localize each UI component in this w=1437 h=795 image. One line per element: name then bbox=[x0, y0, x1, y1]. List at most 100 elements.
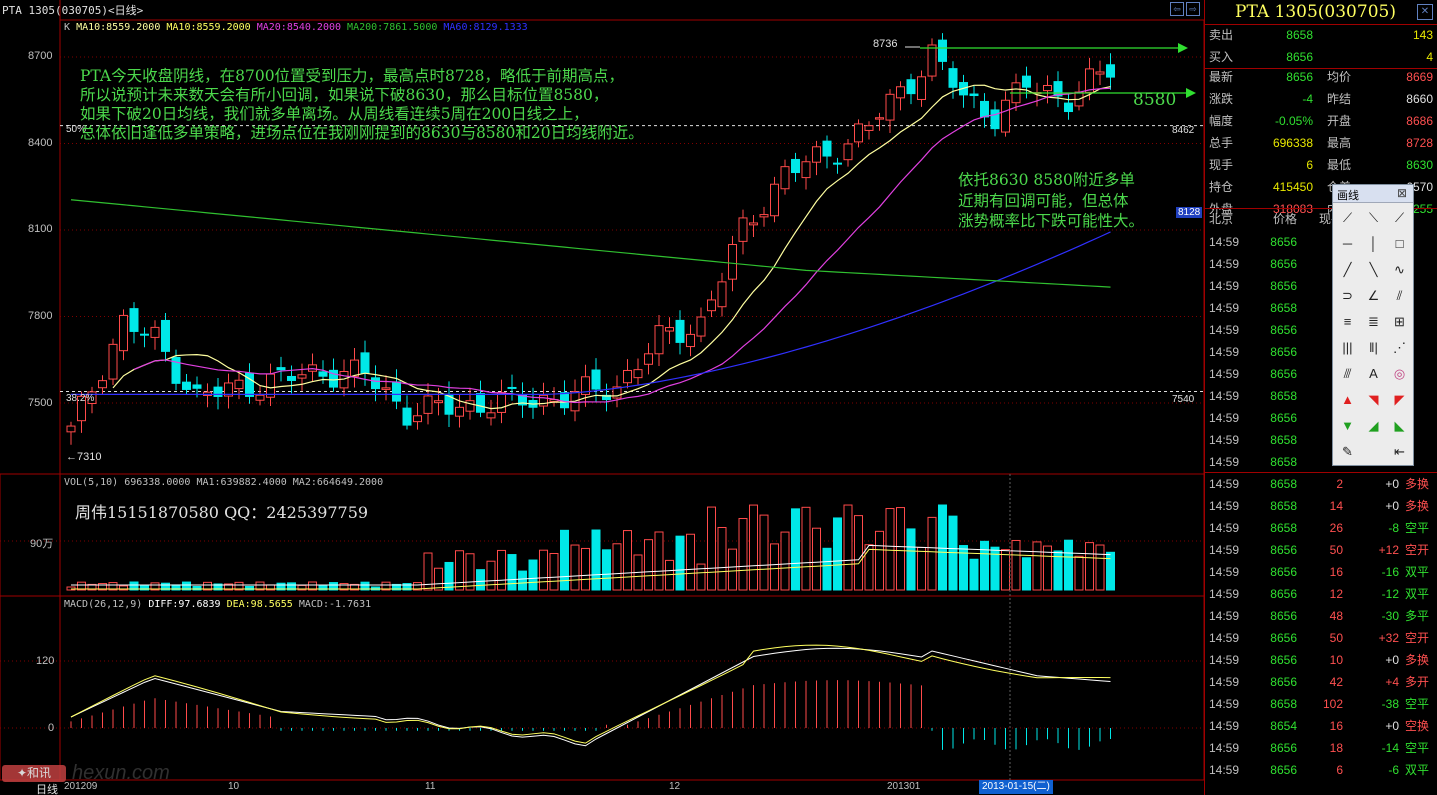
circle-tool-icon[interactable]: ◎ bbox=[1387, 361, 1412, 386]
delete-tool-icon[interactable]: ⇤ bbox=[1387, 439, 1412, 464]
draw-panel-header[interactable]: 画线 ⊠ bbox=[1333, 185, 1413, 203]
next-window-icon[interactable]: ⇨ bbox=[1186, 2, 1200, 16]
close-icon[interactable]: ✕ bbox=[1417, 4, 1433, 20]
line-tool-icon[interactable]: ⟋ bbox=[1335, 205, 1360, 230]
stat-row-label: 总手 bbox=[1209, 136, 1234, 150]
arc-tool-icon[interactable]: ⊃ bbox=[1335, 283, 1360, 308]
ma200-value: MA200:7861.5000 bbox=[347, 22, 438, 33]
upright-arrow-tool-icon[interactable]: ◥ bbox=[1361, 387, 1386, 412]
fib-tool-icon[interactable]: ⊞ bbox=[1387, 309, 1412, 334]
volume-bar bbox=[486, 560, 496, 591]
hline-tool-icon[interactable]: ─ bbox=[1335, 231, 1360, 256]
candle bbox=[854, 123, 863, 143]
tick-price: 8656 bbox=[1270, 609, 1297, 623]
macd-axis-120: 120 bbox=[36, 655, 55, 667]
diff-line bbox=[70, 647, 1111, 747]
candle bbox=[801, 161, 811, 179]
stat-row-value: -4 bbox=[1302, 92, 1313, 106]
stat-row-value: 8656 bbox=[1286, 70, 1313, 84]
vline-tool-icon[interactable]: │ bbox=[1361, 231, 1386, 256]
rect-tool-icon[interactable]: □ bbox=[1387, 231, 1412, 256]
down-arrow-tool-icon[interactable]: ▼ bbox=[1335, 413, 1360, 438]
parallel-tool-icon[interactable]: ≣ bbox=[1361, 309, 1386, 334]
price-axis-8100: 8100 bbox=[28, 223, 53, 235]
cycle-tool-icon[interactable]: ⋰ bbox=[1387, 335, 1412, 360]
support-arrow bbox=[1186, 88, 1196, 98]
candle bbox=[140, 333, 149, 336]
draw-tools-panel[interactable]: 画线 ⊠ ⟋ ⟍ ⟋ ─ │ □ ╱ ╲ ∿ ⊃ ∠ ⫽ ≡ ≣ ⊞ ||| ‖| ⋰ ⫻ A ◎ ▲ ◥ ◤ ▼ ◢ ◣ ✎ ⇤ bbox=[1332, 184, 1414, 466]
candle bbox=[287, 375, 296, 381]
diff-value: DIFF:97.6839 bbox=[148, 599, 221, 610]
right-8462-label: 8462 bbox=[1172, 125, 1195, 136]
candle bbox=[392, 381, 401, 402]
tick-change: -12 bbox=[1381, 587, 1399, 601]
volume-bar bbox=[444, 561, 454, 591]
tick-price: 8658 bbox=[1270, 697, 1297, 711]
order-row: 买入 8656 4 bbox=[1205, 46, 1435, 68]
volume-bar bbox=[1085, 542, 1094, 591]
tick-change: +12 bbox=[1378, 543, 1399, 557]
volume-bar bbox=[371, 586, 380, 591]
upleft-arrow-tool-icon[interactable]: ◤ bbox=[1387, 387, 1412, 412]
tick-time: 14:59 bbox=[1209, 565, 1240, 579]
tick-price: 8656 bbox=[1270, 323, 1297, 337]
tick-row: 14:59 8656 10 +0 多换 bbox=[1205, 649, 1435, 671]
prev-window-icon[interactable]: ⇦ bbox=[1170, 2, 1184, 16]
trendline-tool-icon[interactable]: ╱ bbox=[1335, 257, 1360, 282]
text-tool-icon[interactable]: A bbox=[1361, 361, 1386, 386]
candle bbox=[150, 326, 160, 338]
tick-kind: 多平 bbox=[1404, 609, 1429, 623]
up-arrow-tool-icon[interactable]: ▲ bbox=[1335, 387, 1360, 412]
stat-row-label: 涨跌 bbox=[1209, 92, 1234, 106]
tick-time: 14:59 bbox=[1209, 609, 1240, 623]
candle bbox=[497, 392, 506, 413]
date-tick-201301: 201301 bbox=[887, 781, 921, 792]
macd-value: MACD:-1.7631 bbox=[298, 599, 372, 610]
eraser-tool-icon[interactable]: ✎ bbox=[1335, 439, 1360, 464]
tick-time: 14:59 bbox=[1209, 433, 1240, 447]
speed-tool-icon[interactable]: ⫻ bbox=[1335, 361, 1360, 386]
volume-bar bbox=[717, 527, 727, 591]
wave-tool-icon[interactable]: ∿ bbox=[1387, 257, 1412, 282]
downright-arrow-tool-icon[interactable]: ◢ bbox=[1361, 413, 1386, 438]
tick-change: -8 bbox=[1388, 521, 1399, 535]
stat-row: 总手 696338 最高 8728 bbox=[1205, 132, 1435, 154]
chart-area[interactable]: PTA 1305(030705)<日线> ⇦ ⇨ K MA10:8559.200… bbox=[0, 0, 1205, 795]
fan-tool-icon[interactable]: ⫽ bbox=[1387, 283, 1412, 308]
candle bbox=[119, 314, 128, 352]
order-row-value2: 4 bbox=[1426, 50, 1433, 64]
date-tick-12: 12 bbox=[669, 781, 681, 792]
title-nav-buttons[interactable]: ⇦ ⇨ bbox=[1170, 2, 1202, 16]
ray-tool-icon[interactable]: ⟍ bbox=[1361, 205, 1386, 230]
volume-bar bbox=[612, 543, 622, 591]
volume-bar bbox=[969, 558, 979, 591]
tick-row: 14:59 8658 2 +0 多换 bbox=[1205, 472, 1437, 495]
ma10-value: MA10:8559.2000 bbox=[76, 22, 161, 33]
reverse-line-tool-icon[interactable]: ╲ bbox=[1361, 257, 1386, 282]
tick-volume: 26 bbox=[1329, 521, 1343, 535]
downleft-arrow-tool-icon[interactable]: ◣ bbox=[1387, 413, 1412, 438]
candle bbox=[780, 166, 790, 190]
candle bbox=[455, 406, 464, 417]
tick-time: 14:59 bbox=[1209, 719, 1240, 733]
candle bbox=[707, 299, 716, 312]
candle bbox=[948, 68, 958, 88]
volume-bar bbox=[623, 530, 632, 591]
tick-price: 8654 bbox=[1270, 719, 1297, 733]
dea-value: DEA:98.5655 bbox=[226, 599, 293, 610]
volume-bar bbox=[476, 569, 485, 591]
volume-bar bbox=[843, 504, 853, 591]
segment-tool-icon[interactable]: ⟋ bbox=[1387, 205, 1412, 230]
period-tool-icon[interactable]: ‖| bbox=[1361, 335, 1386, 360]
candle bbox=[728, 244, 737, 280]
dea-line bbox=[70, 644, 1111, 744]
draw-panel-close-icon[interactable]: ⊠ bbox=[1397, 186, 1407, 200]
candle bbox=[990, 109, 1000, 130]
angle-tool-icon[interactable]: ∠ bbox=[1361, 283, 1386, 308]
stat-row: 涨跌 -4 昨结 8660 bbox=[1205, 88, 1435, 110]
channel-tool-icon[interactable]: ≡ bbox=[1335, 309, 1360, 334]
ma60-tag: 8128 bbox=[1176, 207, 1203, 218]
gann-tool-icon[interactable]: ||| bbox=[1335, 335, 1360, 360]
candle bbox=[717, 281, 727, 308]
candle bbox=[255, 394, 265, 401]
